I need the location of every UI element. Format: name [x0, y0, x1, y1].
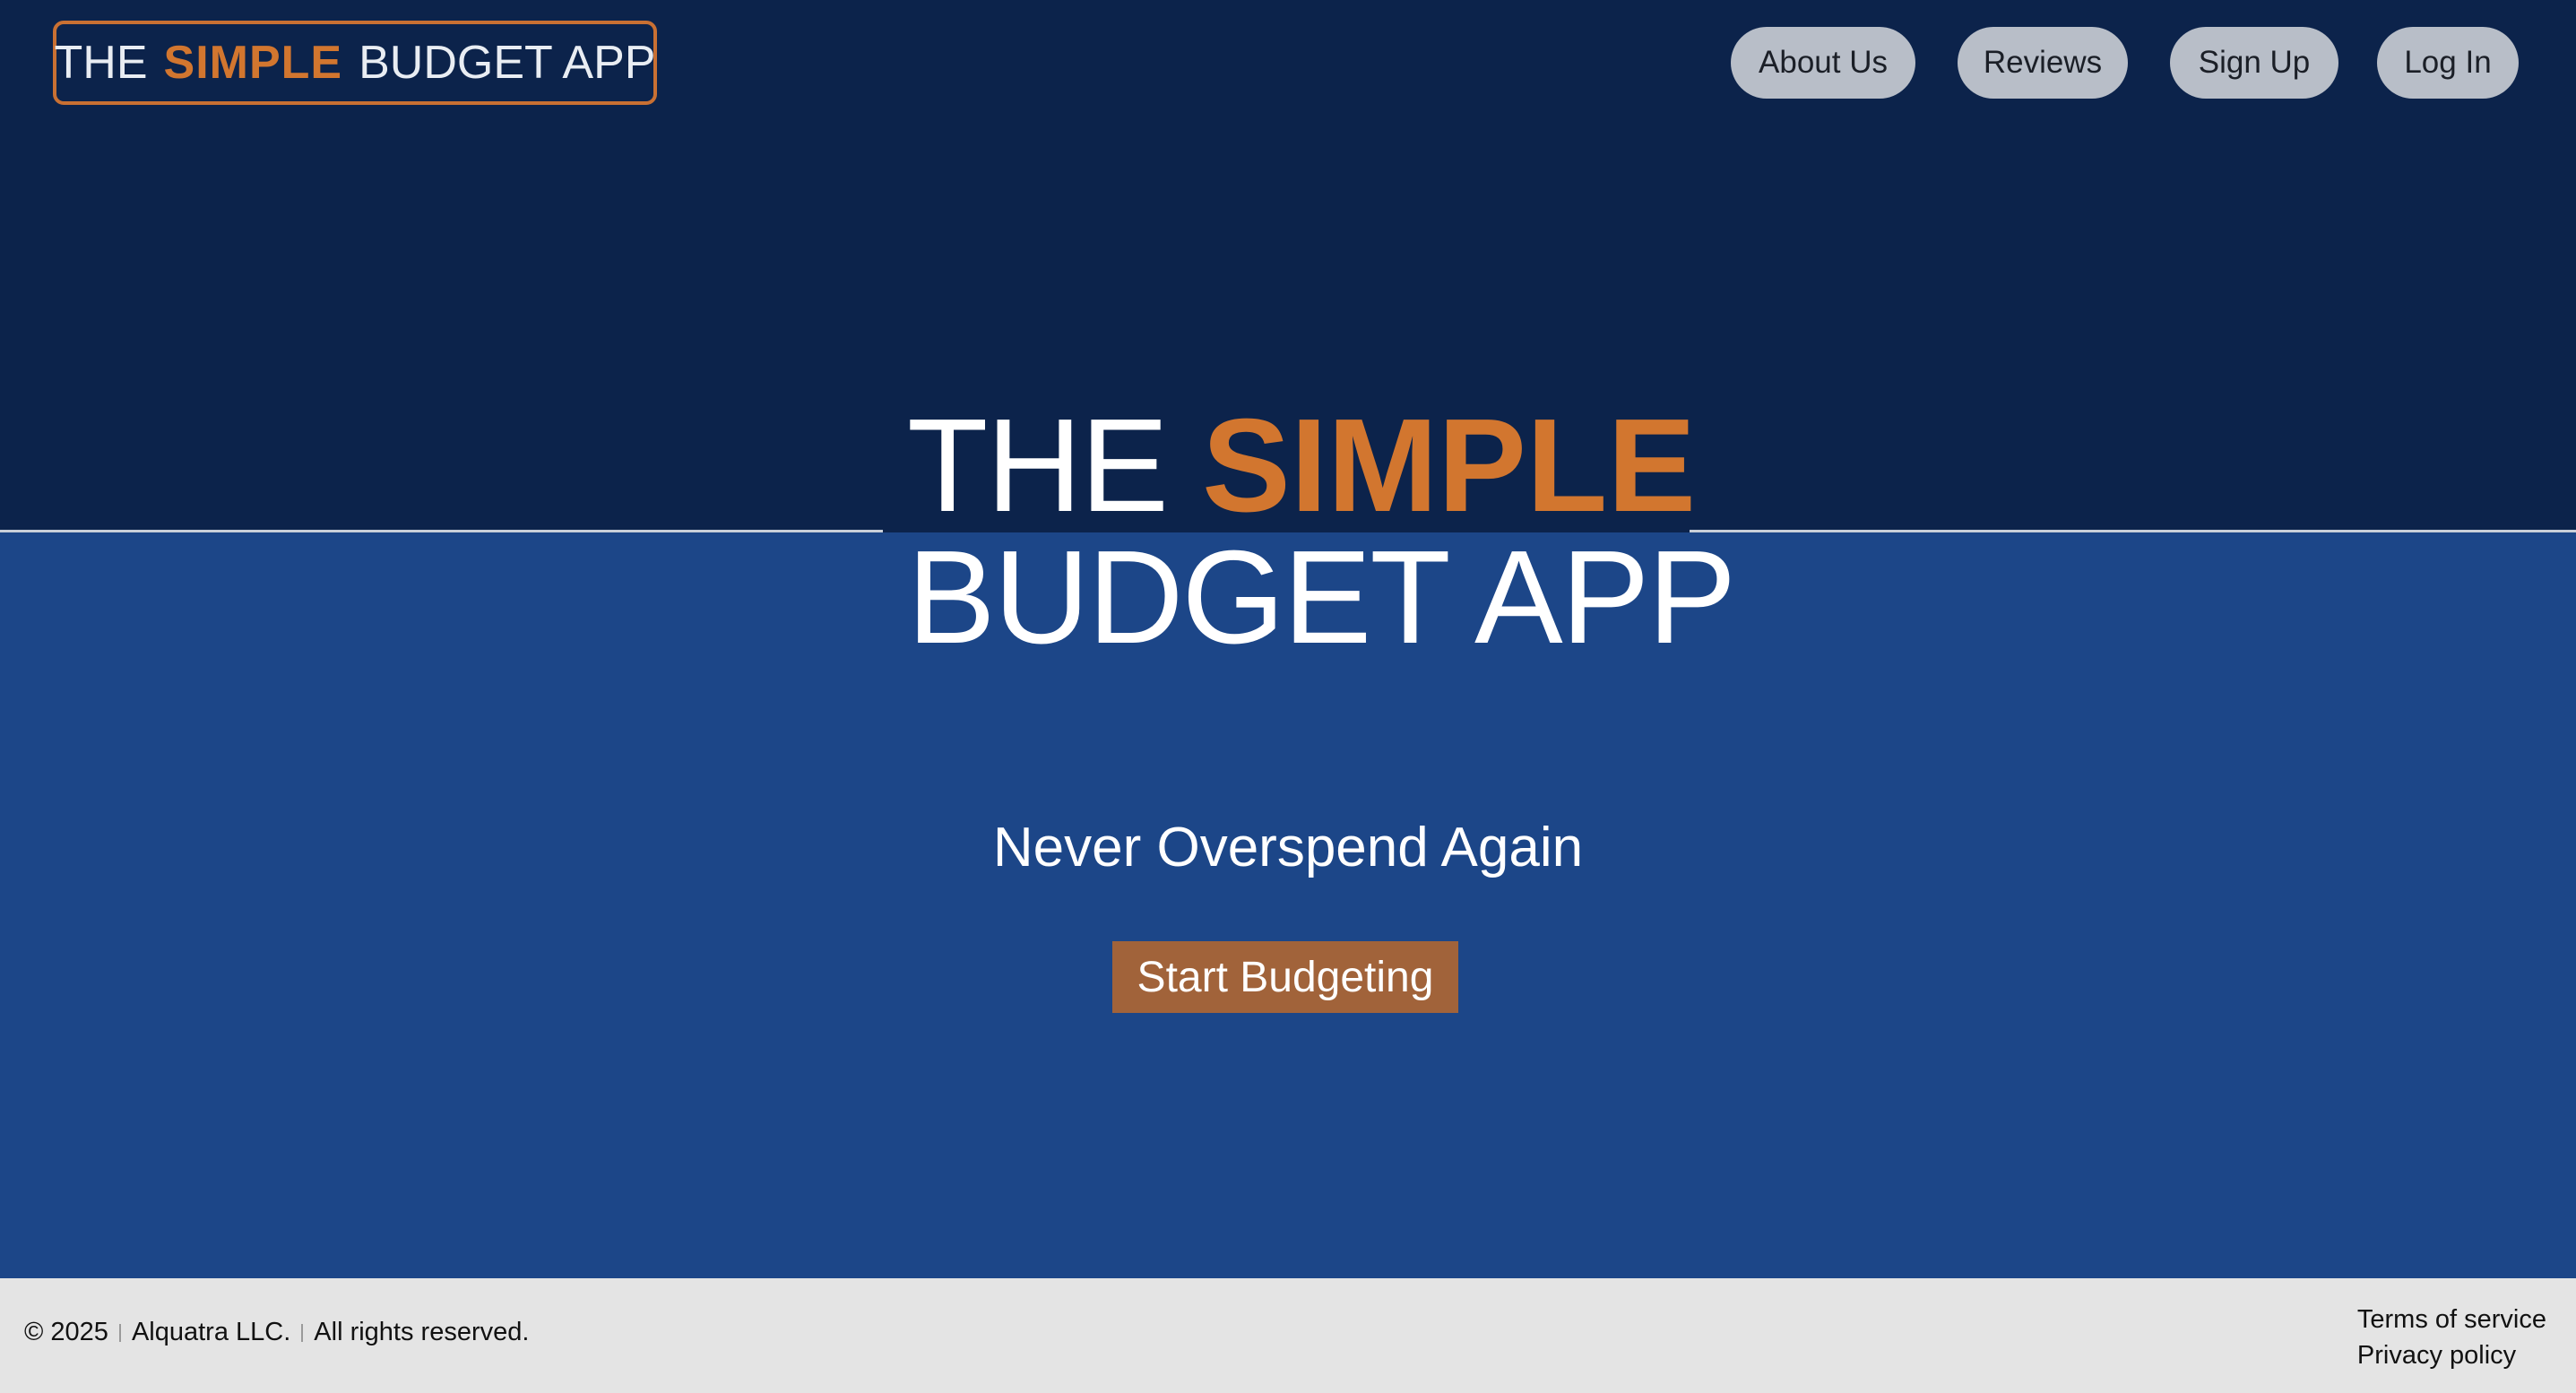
footer-separator: [301, 1323, 304, 1342]
nav-sign-up-button[interactable]: Sign Up: [2170, 27, 2338, 99]
logo-text-the: THE: [54, 37, 148, 89]
copyright-year: © 2025: [24, 1318, 108, 1346]
site-footer: © 2025 Alquatra LLC. All rights reserved…: [0, 1278, 2576, 1393]
footer-separator: [118, 1323, 121, 1342]
hero-tagline: Never Overspend Again: [0, 816, 2576, 879]
landing-page: THE SIMPLE BUDGET APP About Us Reviews S…: [0, 0, 2576, 1393]
hero-title-line-1: THE SIMPLE: [907, 394, 1696, 538]
hero-title-the: THE: [907, 392, 1169, 540]
terms-of-service-link[interactable]: Terms of service: [2357, 1302, 2546, 1337]
hero-title-line-2: BUDGET APP: [907, 523, 1736, 671]
nav-log-in-button[interactable]: Log In: [2377, 27, 2519, 99]
logo-text-simple: SIMPLE: [163, 37, 343, 89]
footer-copyright: © 2025 Alquatra LLC. All rights reserved…: [24, 1318, 529, 1347]
hero-title-simple: SIMPLE: [1202, 392, 1697, 540]
nav-about-us-button[interactable]: About Us: [1731, 27, 1915, 99]
copyright-rights: All rights reserved.: [314, 1318, 530, 1346]
footer-links: Terms of service Privacy policy: [2357, 1302, 2546, 1373]
copyright-company: Alquatra LLC.: [131, 1318, 291, 1346]
nav-reviews-button[interactable]: Reviews: [1958, 27, 2128, 99]
site-logo[interactable]: THE SIMPLE BUDGET APP: [53, 21, 657, 105]
start-budgeting-button[interactable]: Start Budgeting: [1112, 941, 1458, 1013]
logo-text-budget-app: BUDGET APP: [359, 37, 656, 89]
privacy-policy-link[interactable]: Privacy policy: [2357, 1337, 2546, 1373]
hero-tagline-text: Never Overspend Again: [992, 817, 1584, 878]
